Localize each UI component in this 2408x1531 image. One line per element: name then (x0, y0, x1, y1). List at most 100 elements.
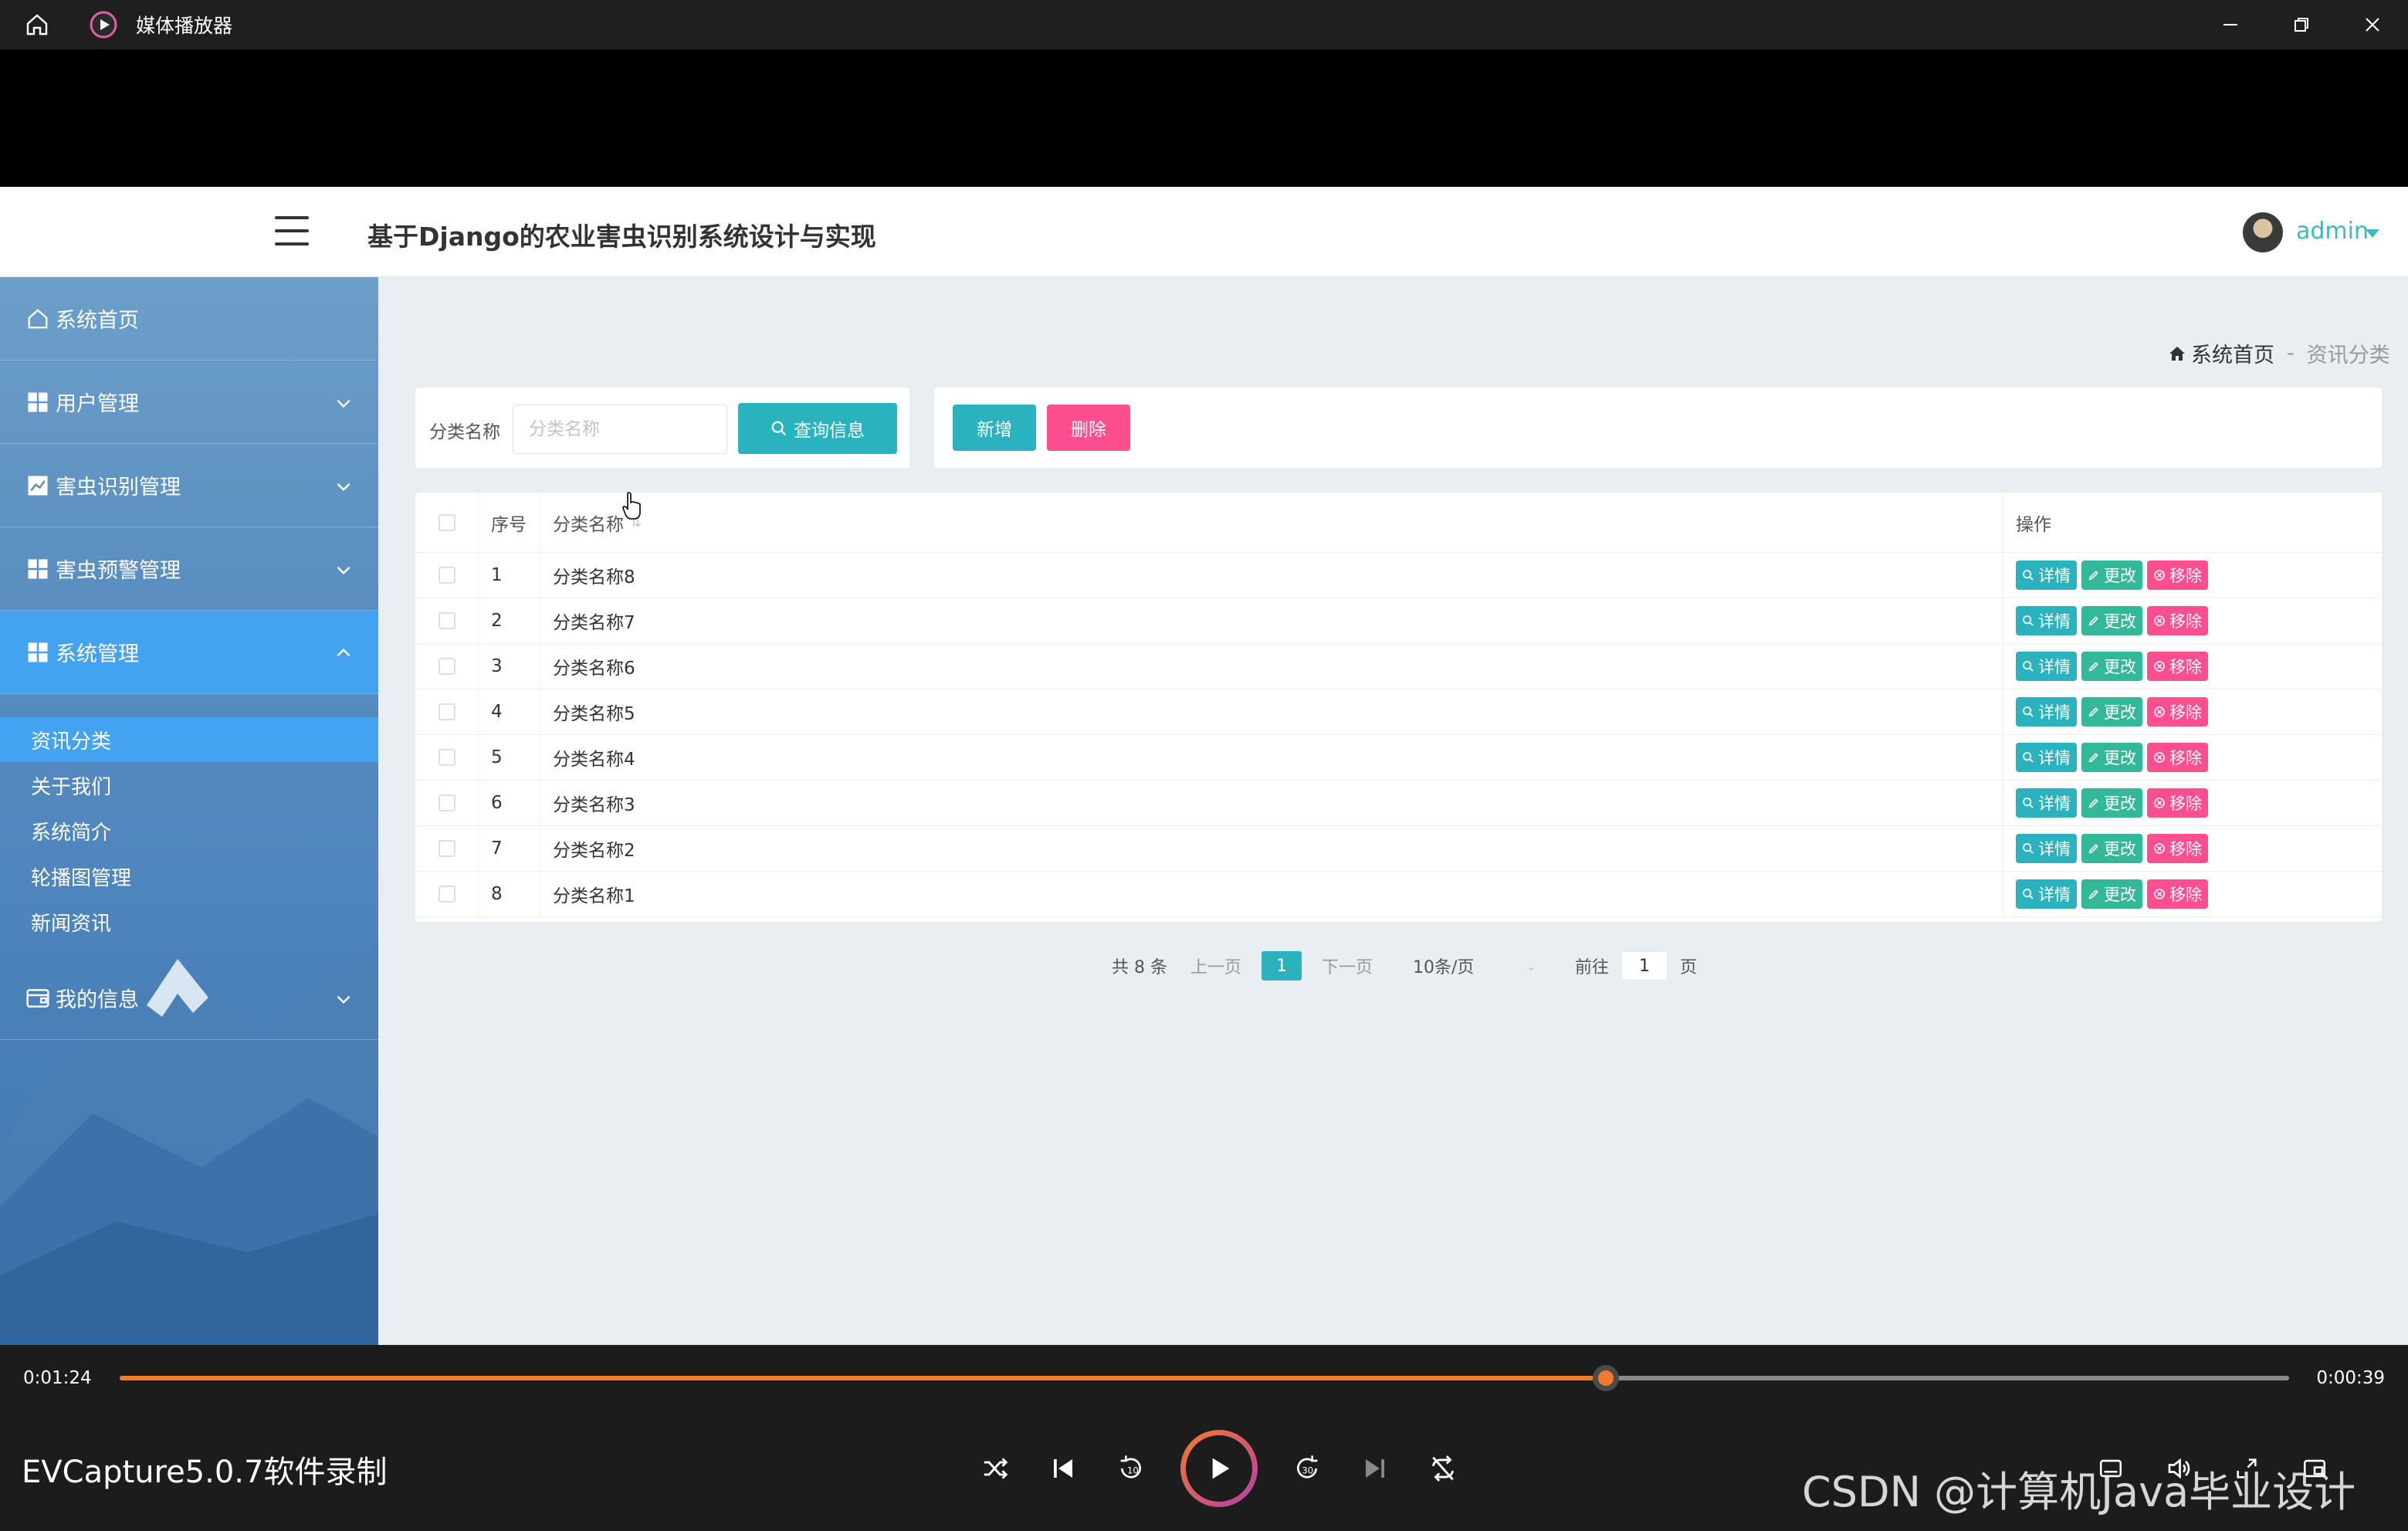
row-checkbox[interactable] (438, 886, 456, 903)
delete-button[interactable]: 删除 (1047, 405, 1130, 451)
remove-button[interactable]: 移除 (2147, 788, 2208, 818)
table-row: 3 分类名称6 详情 更改 移除 (415, 644, 2382, 689)
avatar[interactable] (2243, 212, 2283, 252)
remove-button-label: 移除 (2169, 886, 2202, 904)
remove-button[interactable]: 移除 (2147, 879, 2208, 909)
prev-page-button[interactable]: 上一页 (1190, 953, 1241, 978)
remove-button[interactable]: 移除 (2147, 834, 2208, 863)
detail-button[interactable]: 详情 (2016, 879, 2077, 909)
row-checkbox[interactable] (438, 749, 456, 766)
sidebar-subitem-news-category[interactable]: 资讯分类 (0, 717, 378, 762)
progress-fill (120, 1376, 1606, 1380)
remove-button[interactable]: 移除 (2147, 561, 2208, 590)
progress-slider[interactable] (120, 1365, 2289, 1391)
remove-button[interactable]: 移除 (2147, 652, 2208, 681)
sidebar-subitem-news[interactable]: 新闻资讯 (0, 899, 378, 944)
grid-icon (25, 389, 51, 415)
remove-icon (2154, 661, 2165, 672)
sidebar-item-pest-warning[interactable]: 害虫预警管理 (0, 527, 378, 611)
row-number: 2 (479, 598, 540, 643)
breadcrumb-home[interactable]: 系统首页 (2191, 338, 2274, 368)
detail-button[interactable]: 详情 (2016, 834, 2077, 863)
remove-button-label: 移除 (2169, 703, 2202, 722)
detail-button[interactable]: 详情 (2016, 697, 2077, 727)
chevron-down-icon: ⌄ (1526, 958, 1537, 974)
page-number-button[interactable]: 1 (1262, 951, 1302, 981)
forward-30-icon[interactable]: 30 (1273, 1434, 1341, 1502)
detail-button[interactable]: 详情 (2016, 788, 2077, 818)
table-row: 1 分类名称8 详情 更改 移除 (415, 553, 2382, 598)
edit-button[interactable]: 更改 (2081, 788, 2142, 818)
detail-button-label: 详情 (2038, 703, 2071, 722)
previous-icon[interactable] (1029, 1434, 1097, 1502)
row-checkbox[interactable] (438, 794, 456, 811)
add-button[interactable]: 新增 (953, 405, 1036, 451)
detail-button[interactable]: 详情 (2016, 652, 2077, 681)
row-operations: 详情 更改 移除 (2003, 553, 2382, 598)
row-checkbox[interactable] (438, 567, 456, 584)
search-input[interactable] (513, 405, 727, 454)
sidebar-item-system-management[interactable]: 系统管理 (0, 611, 378, 694)
pagination-total: 共 8 条 (1112, 958, 1167, 977)
remove-button[interactable]: 移除 (2147, 743, 2208, 772)
remove-button[interactable]: 移除 (2147, 606, 2208, 635)
edit-button[interactable]: 更改 (2081, 697, 2142, 727)
sidebar-subitem-about-us[interactable]: 关于我们 (0, 763, 378, 808)
detail-button-label: 详情 (2038, 612, 2071, 631)
row-operations: 详情 更改 移除 (2003, 872, 2382, 916)
row-checkbox-cell (415, 644, 479, 689)
goto-page-input[interactable]: 1 (1621, 951, 1668, 981)
search-button[interactable]: 查询信息 (738, 403, 897, 454)
progress-thumb[interactable] (1592, 1365, 1619, 1391)
remove-icon (2154, 570, 2165, 581)
svg-text:10: 10 (1127, 1465, 1139, 1476)
remove-button[interactable]: 移除 (2147, 697, 2208, 727)
detail-button[interactable]: 详情 (2016, 606, 2077, 635)
edit-button[interactable]: 更改 (2081, 743, 2142, 772)
row-checkbox[interactable] (438, 840, 456, 857)
sidebar-item-my-info[interactable]: 我的信息 (0, 957, 378, 1040)
restore-icon[interactable] (2266, 0, 2337, 49)
edit-button[interactable]: 更改 (2081, 561, 2142, 590)
next-icon[interactable] (1341, 1434, 1409, 1502)
app-header: 基于Django的农业害虫识别系统设计与实现 admin (0, 187, 2408, 277)
sidebar-item-home[interactable]: 系统首页 (0, 277, 378, 361)
select-all-checkbox[interactable] (438, 513, 456, 531)
chart-icon (25, 473, 51, 499)
repeat-off-icon[interactable] (1409, 1434, 1477, 1502)
rewind-10-icon[interactable]: 10 (1097, 1434, 1165, 1502)
edit-button[interactable]: 更改 (2081, 879, 2142, 909)
row-checkbox[interactable] (438, 658, 456, 675)
edit-button[interactable]: 更改 (2081, 606, 2142, 635)
menu-toggle-icon[interactable] (275, 216, 309, 247)
detail-button[interactable]: 详情 (2016, 561, 2077, 590)
edit-button[interactable]: 更改 (2081, 834, 2142, 863)
row-checkbox[interactable] (438, 612, 456, 629)
remove-button-label: 移除 (2169, 840, 2202, 859)
page-size-select[interactable]: 10条/页 ⌄ (1413, 953, 1536, 978)
chevron-down-icon (337, 566, 351, 575)
close-icon[interactable] (2337, 0, 2408, 49)
sidebar-subitem-system-intro[interactable]: 系统简介 (0, 808, 378, 853)
page-unit-label: 页 (1680, 958, 1698, 977)
chevron-down-icon (337, 399, 351, 408)
sidebar-subitem-carousel[interactable]: 轮播图管理 (0, 854, 378, 899)
search-button-label: 查询信息 (794, 420, 865, 440)
shuffle-icon[interactable] (961, 1434, 1029, 1502)
row-checkbox-cell (415, 689, 479, 734)
next-page-button[interactable]: 下一页 (1322, 953, 1373, 978)
row-checkbox[interactable] (438, 703, 456, 720)
chevron-down-icon (337, 995, 351, 1004)
minimize-icon[interactable] (2195, 0, 2266, 49)
sidebar-item-pest-recognition[interactable]: 害虫识别管理 (0, 444, 378, 527)
sidebar-item-user-management[interactable]: 用户管理 (0, 361, 378, 444)
play-button[interactable] (1180, 1430, 1258, 1507)
row-operations: 详情 更改 移除 (2003, 598, 2382, 643)
user-name[interactable]: admin (2296, 218, 2369, 245)
search-label: 分类名称 (429, 422, 500, 442)
row-checkbox-cell (415, 598, 479, 643)
detail-button[interactable]: 详情 (2016, 743, 2077, 772)
home-icon[interactable] (19, 6, 56, 43)
caret-down-icon[interactable] (2366, 229, 2379, 238)
edit-button[interactable]: 更改 (2081, 652, 2142, 681)
